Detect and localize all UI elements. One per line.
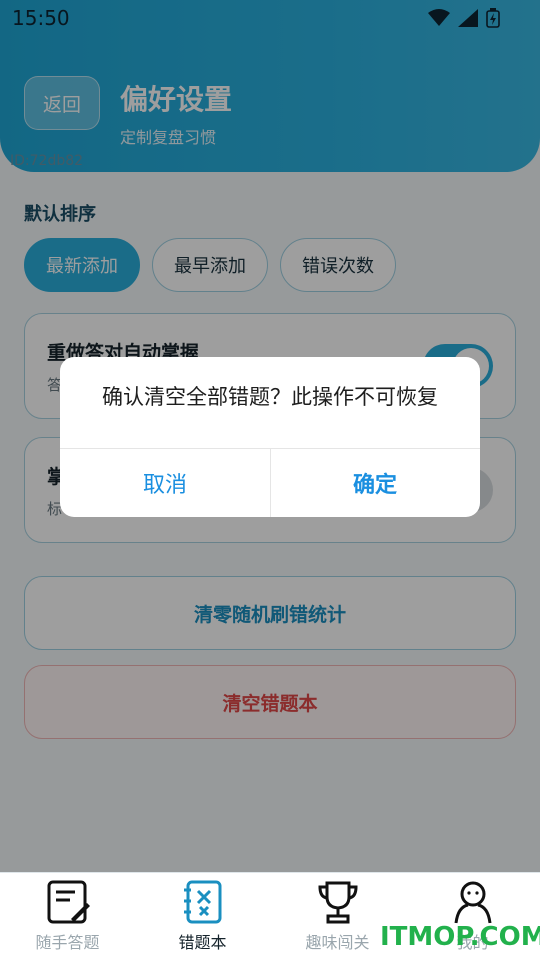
note-edit-icon (47, 880, 90, 924)
person-icon (454, 881, 492, 924)
dialog-message: 确认清空全部错题？此操作不可恢复 (102, 385, 438, 409)
nav-label: 错题本 (178, 933, 227, 952)
nav-label: 随手答题 (35, 933, 100, 952)
dialog-confirm-button[interactable]: 确定 (270, 449, 480, 517)
watermark: ITMOP.COM (380, 922, 540, 952)
confirm-dialog: 确认清空全部错题？此操作不可恢复 取消 确定 (60, 357, 480, 517)
dialog-cancel-button[interactable]: 取消 (60, 449, 270, 517)
wrongbook-icon (184, 880, 222, 924)
trophy-icon (318, 881, 358, 924)
nav-item-wrongbook[interactable]: 错题本 (135, 873, 270, 960)
nav-item-quick-answer[interactable]: 随手答题 (0, 873, 135, 960)
